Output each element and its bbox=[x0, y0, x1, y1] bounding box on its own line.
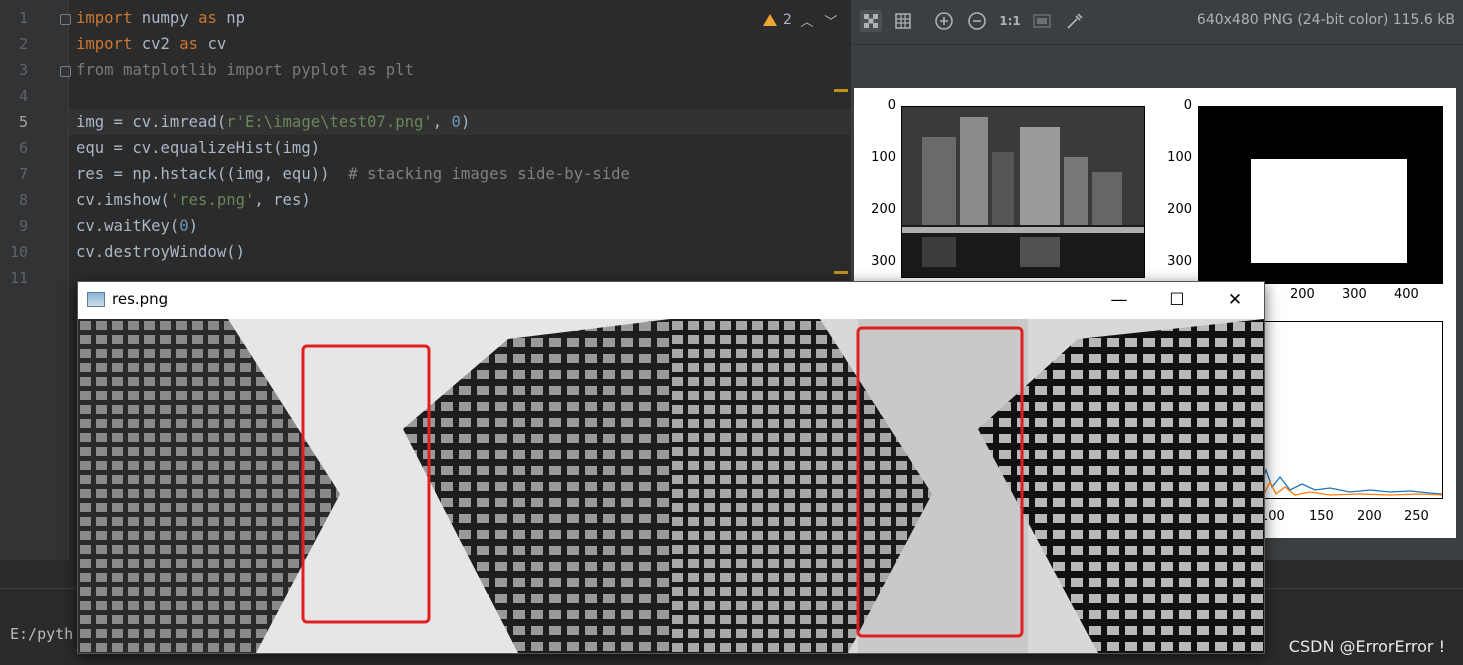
code-line[interactable]: from matplotlib import pyplot as plt bbox=[76, 57, 414, 83]
ytick-label: 200 bbox=[1167, 202, 1192, 217]
mask-rectangle bbox=[1251, 159, 1407, 263]
xtick-label: 300 bbox=[1342, 287, 1367, 302]
mask-subplot bbox=[1198, 106, 1443, 284]
window-title: res.png bbox=[112, 290, 169, 308]
city-night-subplot bbox=[901, 106, 1145, 278]
ytick-label: 200 bbox=[871, 202, 896, 217]
ytick-label: 0 bbox=[1183, 98, 1192, 113]
window-icon bbox=[87, 292, 105, 307]
line-number: 7 bbox=[18, 165, 28, 183]
fit-icon[interactable] bbox=[1031, 10, 1053, 32]
close-button[interactable]: ✕ bbox=[1206, 282, 1264, 318]
line-number: 10 bbox=[9, 243, 28, 261]
line-number: 5 bbox=[18, 113, 28, 131]
warning-stripe-marker[interactable] bbox=[834, 89, 848, 92]
code-line[interactable]: import cv2 as cv bbox=[76, 31, 226, 57]
opencv-window[interactable]: res.png — ☐ ✕ bbox=[77, 281, 1265, 654]
watermark: CSDN @ErrorError ! bbox=[1288, 637, 1445, 656]
line-number: 3 bbox=[18, 61, 28, 79]
ytick-label: 300 bbox=[871, 254, 896, 269]
warning-stripe-marker[interactable] bbox=[834, 271, 848, 274]
code-line[interactable]: cv.waitKey(0) bbox=[76, 213, 198, 239]
line-number: 4 bbox=[18, 87, 28, 105]
run-output[interactable]: E:/pyth bbox=[10, 625, 73, 643]
xtick-label: 200 bbox=[1290, 287, 1315, 302]
line-number: 2 bbox=[18, 35, 28, 53]
code-line[interactable]: res = np.hstack((img, equ)) # stacking i… bbox=[76, 161, 630, 187]
line-number: 9 bbox=[18, 217, 28, 235]
ytick-label: 100 bbox=[871, 150, 896, 165]
warning-triangle-icon bbox=[763, 14, 777, 26]
code-line[interactable]: equ = cv.equalizeHist(img) bbox=[76, 135, 320, 161]
code-line[interactable]: cv.imshow('res.png', res) bbox=[76, 187, 311, 213]
chevron-up-icon[interactable]: ︿ bbox=[798, 11, 816, 30]
fold-marker-icon[interactable] bbox=[60, 66, 71, 77]
xtick-label: 150 bbox=[1309, 509, 1334, 524]
xtick-label: 200 bbox=[1357, 509, 1382, 524]
ytick-label: 300 bbox=[1167, 254, 1192, 269]
code-line[interactable]: import numpy as np bbox=[76, 5, 245, 31]
actual-size-icon[interactable]: 1:1 bbox=[999, 10, 1021, 32]
line-number: 6 bbox=[18, 139, 28, 157]
line-number: 1 bbox=[18, 9, 28, 27]
grid-icon[interactable] bbox=[892, 10, 914, 32]
window-titlebar[interactable]: res.png — ☐ ✕ bbox=[78, 282, 1264, 318]
line-number: 11 bbox=[9, 269, 28, 287]
xtick-label: 250 bbox=[1404, 509, 1429, 524]
line-gutter: 1 2 3 4 5 6 7 8 9 10 11 bbox=[0, 0, 71, 560]
line-number: 8 bbox=[18, 191, 28, 209]
fold-marker-icon[interactable] bbox=[60, 14, 71, 25]
image-info: 640x480 PNG (24-bit color) 115.6 kB bbox=[1196, 12, 1455, 28]
warning-count: 2 bbox=[783, 12, 792, 28]
code-line[interactable]: img = cv.imread(r'E:\image\test07.png', … bbox=[76, 109, 470, 135]
minimize-button[interactable]: — bbox=[1090, 282, 1148, 318]
color-picker-icon[interactable] bbox=[1064, 10, 1086, 32]
inspection-widget[interactable]: 2 ︿ ﹀ bbox=[763, 9, 840, 31]
chevron-down-icon[interactable]: ﹀ bbox=[822, 11, 840, 30]
zoom-in-icon[interactable] bbox=[933, 10, 955, 32]
ytick-label: 100 bbox=[1167, 150, 1192, 165]
result-image bbox=[78, 319, 1264, 653]
chessboard-icon[interactable] bbox=[860, 10, 882, 32]
viewer-toolbar: 1:1 640x480 PNG (24-bit color) 115.6 kB bbox=[851, 0, 1463, 45]
xtick-label: 400 bbox=[1394, 287, 1419, 302]
ytick-label: 0 bbox=[887, 98, 896, 113]
maximize-button[interactable]: ☐ bbox=[1148, 282, 1206, 318]
code-line[interactable]: cv.destroyWindow() bbox=[76, 239, 245, 265]
zoom-out-icon[interactable] bbox=[966, 10, 988, 32]
